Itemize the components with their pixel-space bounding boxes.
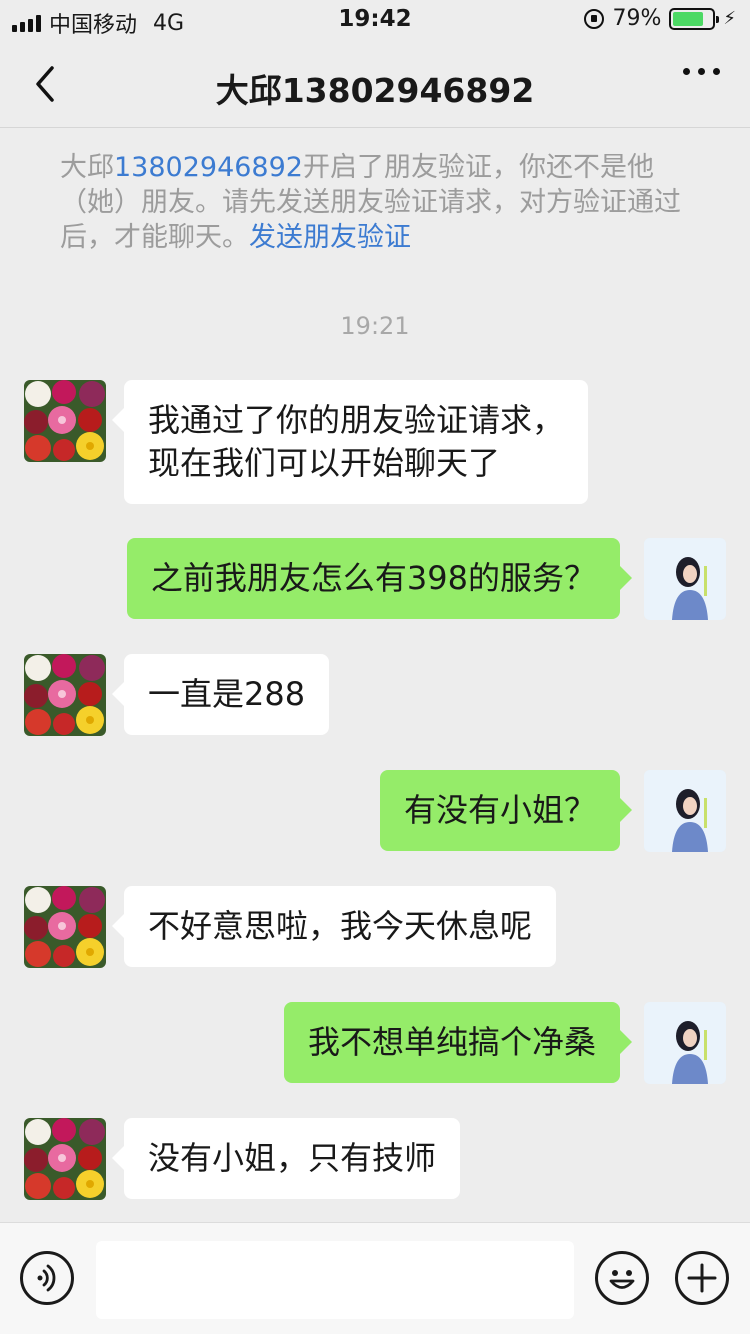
rotation-lock-icon (584, 8, 605, 29)
contact-avatar[interactable] (24, 654, 106, 736)
incoming-message[interactable]: 没有小姐，只有技师 (111, 1118, 461, 1199)
more-button[interactable] (683, 68, 720, 75)
my-avatar[interactable] (644, 1002, 726, 1084)
outgoing-message[interactable]: 之前我朋友怎么有398的服务？ (126, 538, 633, 619)
incoming-message[interactable]: 一直是288 (111, 654, 330, 735)
incoming-message[interactable]: 不好意思啦，我今天休息呢 (111, 886, 557, 967)
message-text: 现在我们可以开始聊天了 (148, 444, 501, 482)
message-text: 一直是288 (148, 675, 306, 713)
status-right: 79% ⚡ (584, 6, 736, 31)
more-dot-icon (713, 68, 720, 75)
message-text: 不好意思啦，我今天休息呢 (148, 907, 533, 945)
contact-avatar[interactable] (24, 1118, 106, 1200)
message-timestamp: 19:21 (340, 312, 410, 340)
more-dot-icon (683, 68, 690, 75)
battery-percent: 79% (612, 6, 662, 31)
friend-verification-notice: 大邱13802946892开启了朋友验证，你还不是他（她）朋友。请先发送朋友验证… (60, 150, 700, 255)
notice-phone-link[interactable]: 13802946892 (114, 152, 303, 183)
message-text: 有没有小姐？ (403, 791, 596, 829)
message-text: 没有小姐，只有技师 (148, 1139, 437, 1177)
message-text: 我不想单纯搞个净桑 (307, 1023, 596, 1061)
nav-bar: 大邱13802946892 (0, 40, 750, 128)
more-functions-button[interactable] (675, 1251, 729, 1305)
input-bar (0, 1222, 750, 1334)
incoming-message[interactable]: 我通过了你的朋友验证请求， 现在我们可以开始聊天了 (111, 380, 589, 504)
voice-icon (37, 1264, 56, 1292)
smiley-icon (609, 1270, 635, 1289)
charging-icon: ⚡ (723, 8, 736, 29)
battery-icon (669, 7, 720, 30)
outgoing-message[interactable]: 我不想单纯搞个净桑 (283, 1002, 633, 1083)
plus-icon (687, 1263, 717, 1293)
more-dot-icon (698, 68, 705, 75)
my-avatar[interactable] (644, 770, 726, 852)
voice-button[interactable] (20, 1251, 74, 1305)
my-avatar[interactable] (644, 538, 726, 620)
send-verification-link[interactable]: 发送朋友验证 (249, 222, 411, 253)
status-bar: 中国移动 4G 19:42 79% ⚡ (0, 0, 750, 40)
contact-avatar[interactable] (24, 380, 106, 462)
battery-fill (673, 11, 704, 26)
message-input[interactable] (96, 1241, 574, 1319)
contact-avatar[interactable] (24, 886, 106, 968)
notice-name: 大邱 (60, 152, 114, 183)
message-text: 之前我朋友怎么有398的服务？ (150, 559, 596, 597)
chat-title: 大邱13802946892 (215, 71, 535, 110)
emoji-button[interactable] (595, 1251, 649, 1305)
outgoing-message[interactable]: 有没有小姐？ (379, 770, 633, 851)
message-text: 我通过了你的朋友验证请求， (148, 401, 565, 439)
